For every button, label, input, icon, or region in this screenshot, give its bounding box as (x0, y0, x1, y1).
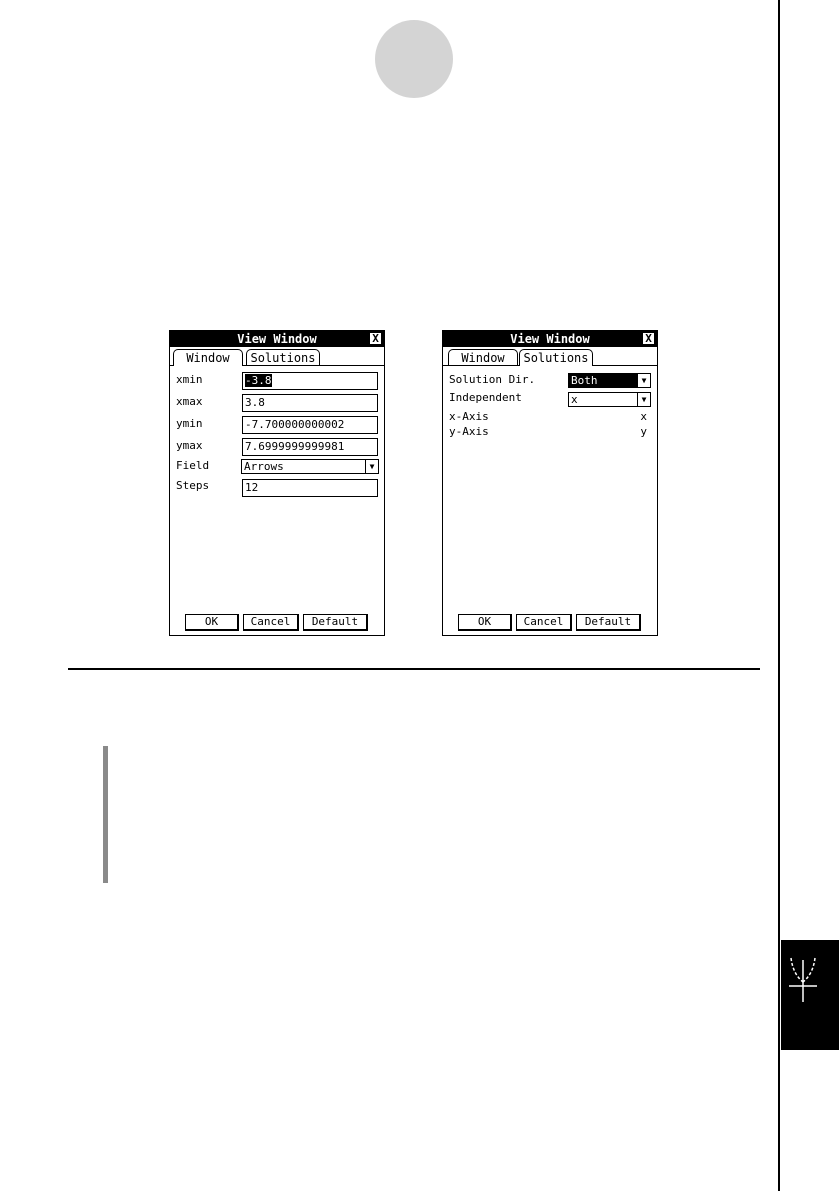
independent-value: x (571, 393, 578, 406)
view-window-dialog-window-tab: View Window X Window Solutions xmin -3.8… (169, 330, 385, 636)
tab-window[interactable]: Window (173, 349, 243, 366)
differential-equation-icon (789, 957, 817, 1002)
steps-field[interactable]: 12 (242, 479, 378, 497)
steps-label: Steps (176, 479, 210, 492)
solution-dir-dropdown[interactable]: Both ▼ (568, 373, 651, 388)
tab-bar: Window Solutions (170, 347, 384, 366)
close-button[interactable]: X (370, 333, 381, 344)
chevron-down-icon: ▼ (365, 460, 378, 473)
chapter-tab (781, 940, 839, 1050)
solution-dir-label: Solution Dir. (449, 373, 536, 386)
tab-solutions[interactable]: Solutions (246, 349, 320, 365)
field-dropdown-value: Arrows (244, 460, 284, 473)
field-dropdown[interactable]: Arrows ▼ (241, 459, 379, 474)
dialog-title: View Window (170, 331, 384, 347)
cancel-button[interactable]: Cancel (243, 614, 299, 631)
x-axis-value: x (640, 410, 647, 423)
close-button[interactable]: X (643, 333, 654, 344)
chevron-down-icon: ▼ (637, 374, 650, 387)
tab-bar: Window Solutions (443, 347, 657, 366)
xmin-field[interactable]: -3.8 (242, 372, 378, 390)
ymin-label: ymin (176, 417, 203, 430)
dialog-title: View Window (443, 331, 657, 347)
section-divider (68, 668, 760, 670)
page-number-circle (375, 20, 453, 98)
xmax-field[interactable]: 3.8 (242, 394, 378, 412)
field-label: Field (176, 459, 210, 472)
xmax-label: xmax (176, 395, 203, 408)
tab-solutions[interactable]: Solutions (519, 349, 593, 366)
solution-dir-value: Both (571, 374, 598, 387)
tab-window[interactable]: Window (448, 349, 518, 365)
ok-button[interactable]: OK (185, 614, 239, 631)
y-axis-label: y-Axis (449, 425, 489, 438)
ok-button[interactable]: OK (458, 614, 512, 631)
page-edge-rule (778, 0, 780, 1191)
note-bar (103, 746, 108, 883)
default-button[interactable]: Default (303, 614, 368, 631)
chevron-down-icon: ▼ (637, 393, 650, 406)
ymin-field[interactable]: -7.700000000002 (242, 416, 378, 434)
xmin-value: -3.8 (245, 374, 272, 387)
ymax-field[interactable]: 7.6999999999981 (242, 438, 378, 456)
y-axis-value: y (640, 425, 647, 438)
default-button[interactable]: Default (576, 614, 641, 631)
cancel-button[interactable]: Cancel (516, 614, 572, 631)
x-axis-label: x-Axis (449, 410, 489, 423)
ymax-label: ymax (176, 439, 203, 452)
xmin-label: xmin (176, 373, 203, 386)
view-window-dialog-solutions-tab: View Window X Window Solutions Solution … (442, 330, 658, 636)
independent-dropdown[interactable]: x ▼ (568, 392, 651, 407)
independent-label: Independent (449, 391, 522, 404)
